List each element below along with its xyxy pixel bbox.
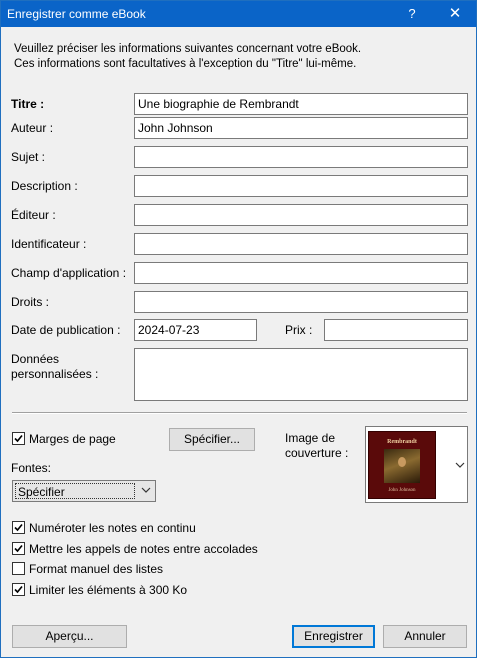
cover-label-line-2: couverture : — [285, 446, 349, 460]
sujet-field[interactable] — [134, 146, 468, 168]
donnees-label-line-2: personnalisées : — [11, 367, 99, 381]
window-title: Enregistrer comme eBook — [7, 7, 146, 21]
specifier-button[interactable]: Spécifier... — [169, 428, 255, 451]
title-bar: Enregistrer comme eBook ? ✕ — [1, 1, 476, 27]
donnees-label-line-1: Données — [11, 352, 60, 366]
titre-field[interactable]: Une biographie de Rembrandt — [134, 93, 468, 115]
identificateur-field[interactable] — [134, 233, 468, 255]
prix-label: Prix : — [285, 323, 313, 337]
marges-checkbox[interactable] — [12, 432, 25, 445]
numeroter-checkbox[interactable] — [12, 521, 25, 534]
fontes-selected-value: Spécifier — [15, 483, 135, 499]
accolades-checkbox[interactable] — [12, 542, 25, 555]
prix-field[interactable] — [324, 319, 468, 341]
checkmark-icon — [14, 434, 23, 443]
cover-thumbnail: Rembrandt John Johnson — [368, 431, 436, 499]
format-listes-label: Format manuel des listes — [29, 562, 164, 576]
apercu-button[interactable]: Aperçu... — [12, 625, 127, 648]
chevron-down-icon — [141, 487, 151, 493]
checkmark-icon — [14, 544, 23, 553]
separator — [12, 412, 467, 414]
date-publication-field[interactable]: 2024-07-23 — [134, 319, 257, 341]
save-ebook-dialog: Enregistrer comme eBook ? ✕ Veuillez pré… — [0, 0, 477, 658]
cover-label-line-1: Image de — [285, 431, 336, 445]
annuler-button[interactable]: Annuler — [383, 625, 467, 648]
droits-label: Droits : — [11, 295, 50, 309]
description-label: Description : — [11, 179, 78, 193]
fontes-label: Fontes: — [11, 461, 52, 475]
titre-label: Titre : — [11, 97, 45, 111]
help-button[interactable]: ? — [401, 4, 423, 24]
marges-label: Marges de page — [29, 432, 116, 446]
chevron-down-icon — [455, 462, 465, 468]
checkmark-icon — [14, 523, 23, 532]
champ-application-field[interactable] — [134, 262, 468, 284]
editeur-field[interactable] — [134, 204, 468, 226]
auteur-label: Auteur : — [11, 121, 54, 135]
editeur-label: Éditeur : — [11, 208, 56, 222]
date-publication-label: Date de publication : — [11, 323, 121, 337]
close-button[interactable]: ✕ — [442, 4, 468, 24]
cover-portrait — [384, 449, 420, 483]
champ-application-label: Champ d'application : — [11, 266, 127, 280]
cover-book-author: John Johnson — [388, 488, 416, 493]
intro-line-2: Ces informations sont facultatives à l'e… — [14, 58, 357, 70]
auteur-field[interactable]: John Johnson — [134, 117, 468, 139]
cover-image-select[interactable]: Rembrandt John Johnson — [365, 426, 468, 503]
numeroter-label: Numéroter les notes en continu — [29, 521, 196, 535]
droits-field[interactable] — [134, 291, 468, 313]
format-listes-checkbox[interactable] — [12, 562, 25, 575]
checkmark-icon — [14, 585, 23, 594]
enregistrer-button[interactable]: Enregistrer — [292, 625, 375, 648]
limiter-label: Limiter les éléments à 300 Ko — [29, 583, 188, 597]
description-field[interactable] — [134, 175, 468, 197]
sujet-label: Sujet : — [11, 150, 46, 164]
fontes-select[interactable]: Spécifier — [12, 480, 156, 502]
donnees-personnalisees-field[interactable] — [134, 348, 468, 401]
limiter-checkbox[interactable] — [12, 583, 25, 596]
intro-line-1: Veuillez préciser les informations suiva… — [14, 43, 362, 55]
intro-text: Veuillez préciser les informations suiva… — [14, 42, 361, 72]
cover-book-title: Rembrandt — [387, 439, 417, 445]
identificateur-label: Identificateur : — [11, 237, 87, 251]
accolades-label: Mettre les appels de notes entre accolad… — [29, 542, 258, 556]
